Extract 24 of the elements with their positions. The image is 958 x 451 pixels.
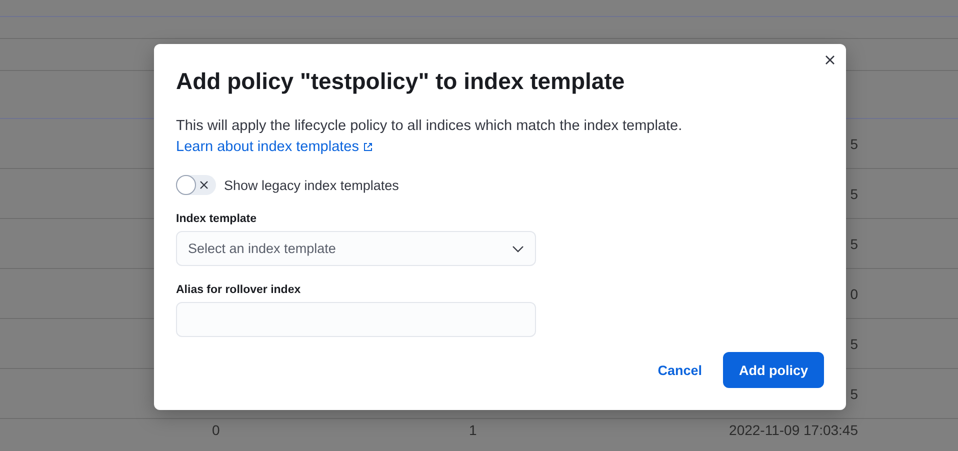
close-icon bbox=[825, 55, 835, 65]
field-label: Index template bbox=[176, 213, 258, 225]
select-field[interactable]: Select an index template bbox=[176, 231, 536, 266]
add-policy-button[interactable]: Add policy bbox=[723, 352, 824, 388]
table-cell: 0 bbox=[850, 286, 858, 302]
table-cell: 5 bbox=[850, 386, 858, 402]
cancel-button[interactable]: Cancel bbox=[658, 354, 702, 386]
input-field[interactable] bbox=[176, 302, 536, 337]
table-cell: 0 bbox=[212, 422, 220, 438]
table-cell: 5 bbox=[850, 186, 858, 202]
table-cell: 5 bbox=[850, 136, 858, 152]
cross-icon bbox=[199, 180, 209, 190]
table-cell: 5 bbox=[850, 336, 858, 352]
table-cell: 5 bbox=[850, 236, 858, 252]
toggle-label: Show legacy index templates bbox=[224, 178, 399, 192]
legacy-toggle[interactable] bbox=[176, 175, 216, 195]
description-text: This will apply the lifecycle policy to all indices which match the index template. Learn about index templates bbox=[176, 117, 684, 157]
table-cell: 2022-11-09 17:03:45 bbox=[729, 422, 858, 438]
learn-more-link[interactable]: Learn about index templates bbox=[176, 139, 373, 155]
field-label: Alias for rollover index bbox=[176, 284, 302, 296]
dialog-title: Add policy "testpolicy" to index template bbox=[176, 67, 626, 96]
external-link-icon bbox=[363, 142, 373, 152]
chevron-down-icon bbox=[512, 244, 524, 252]
table-cell: 1 bbox=[469, 422, 477, 438]
